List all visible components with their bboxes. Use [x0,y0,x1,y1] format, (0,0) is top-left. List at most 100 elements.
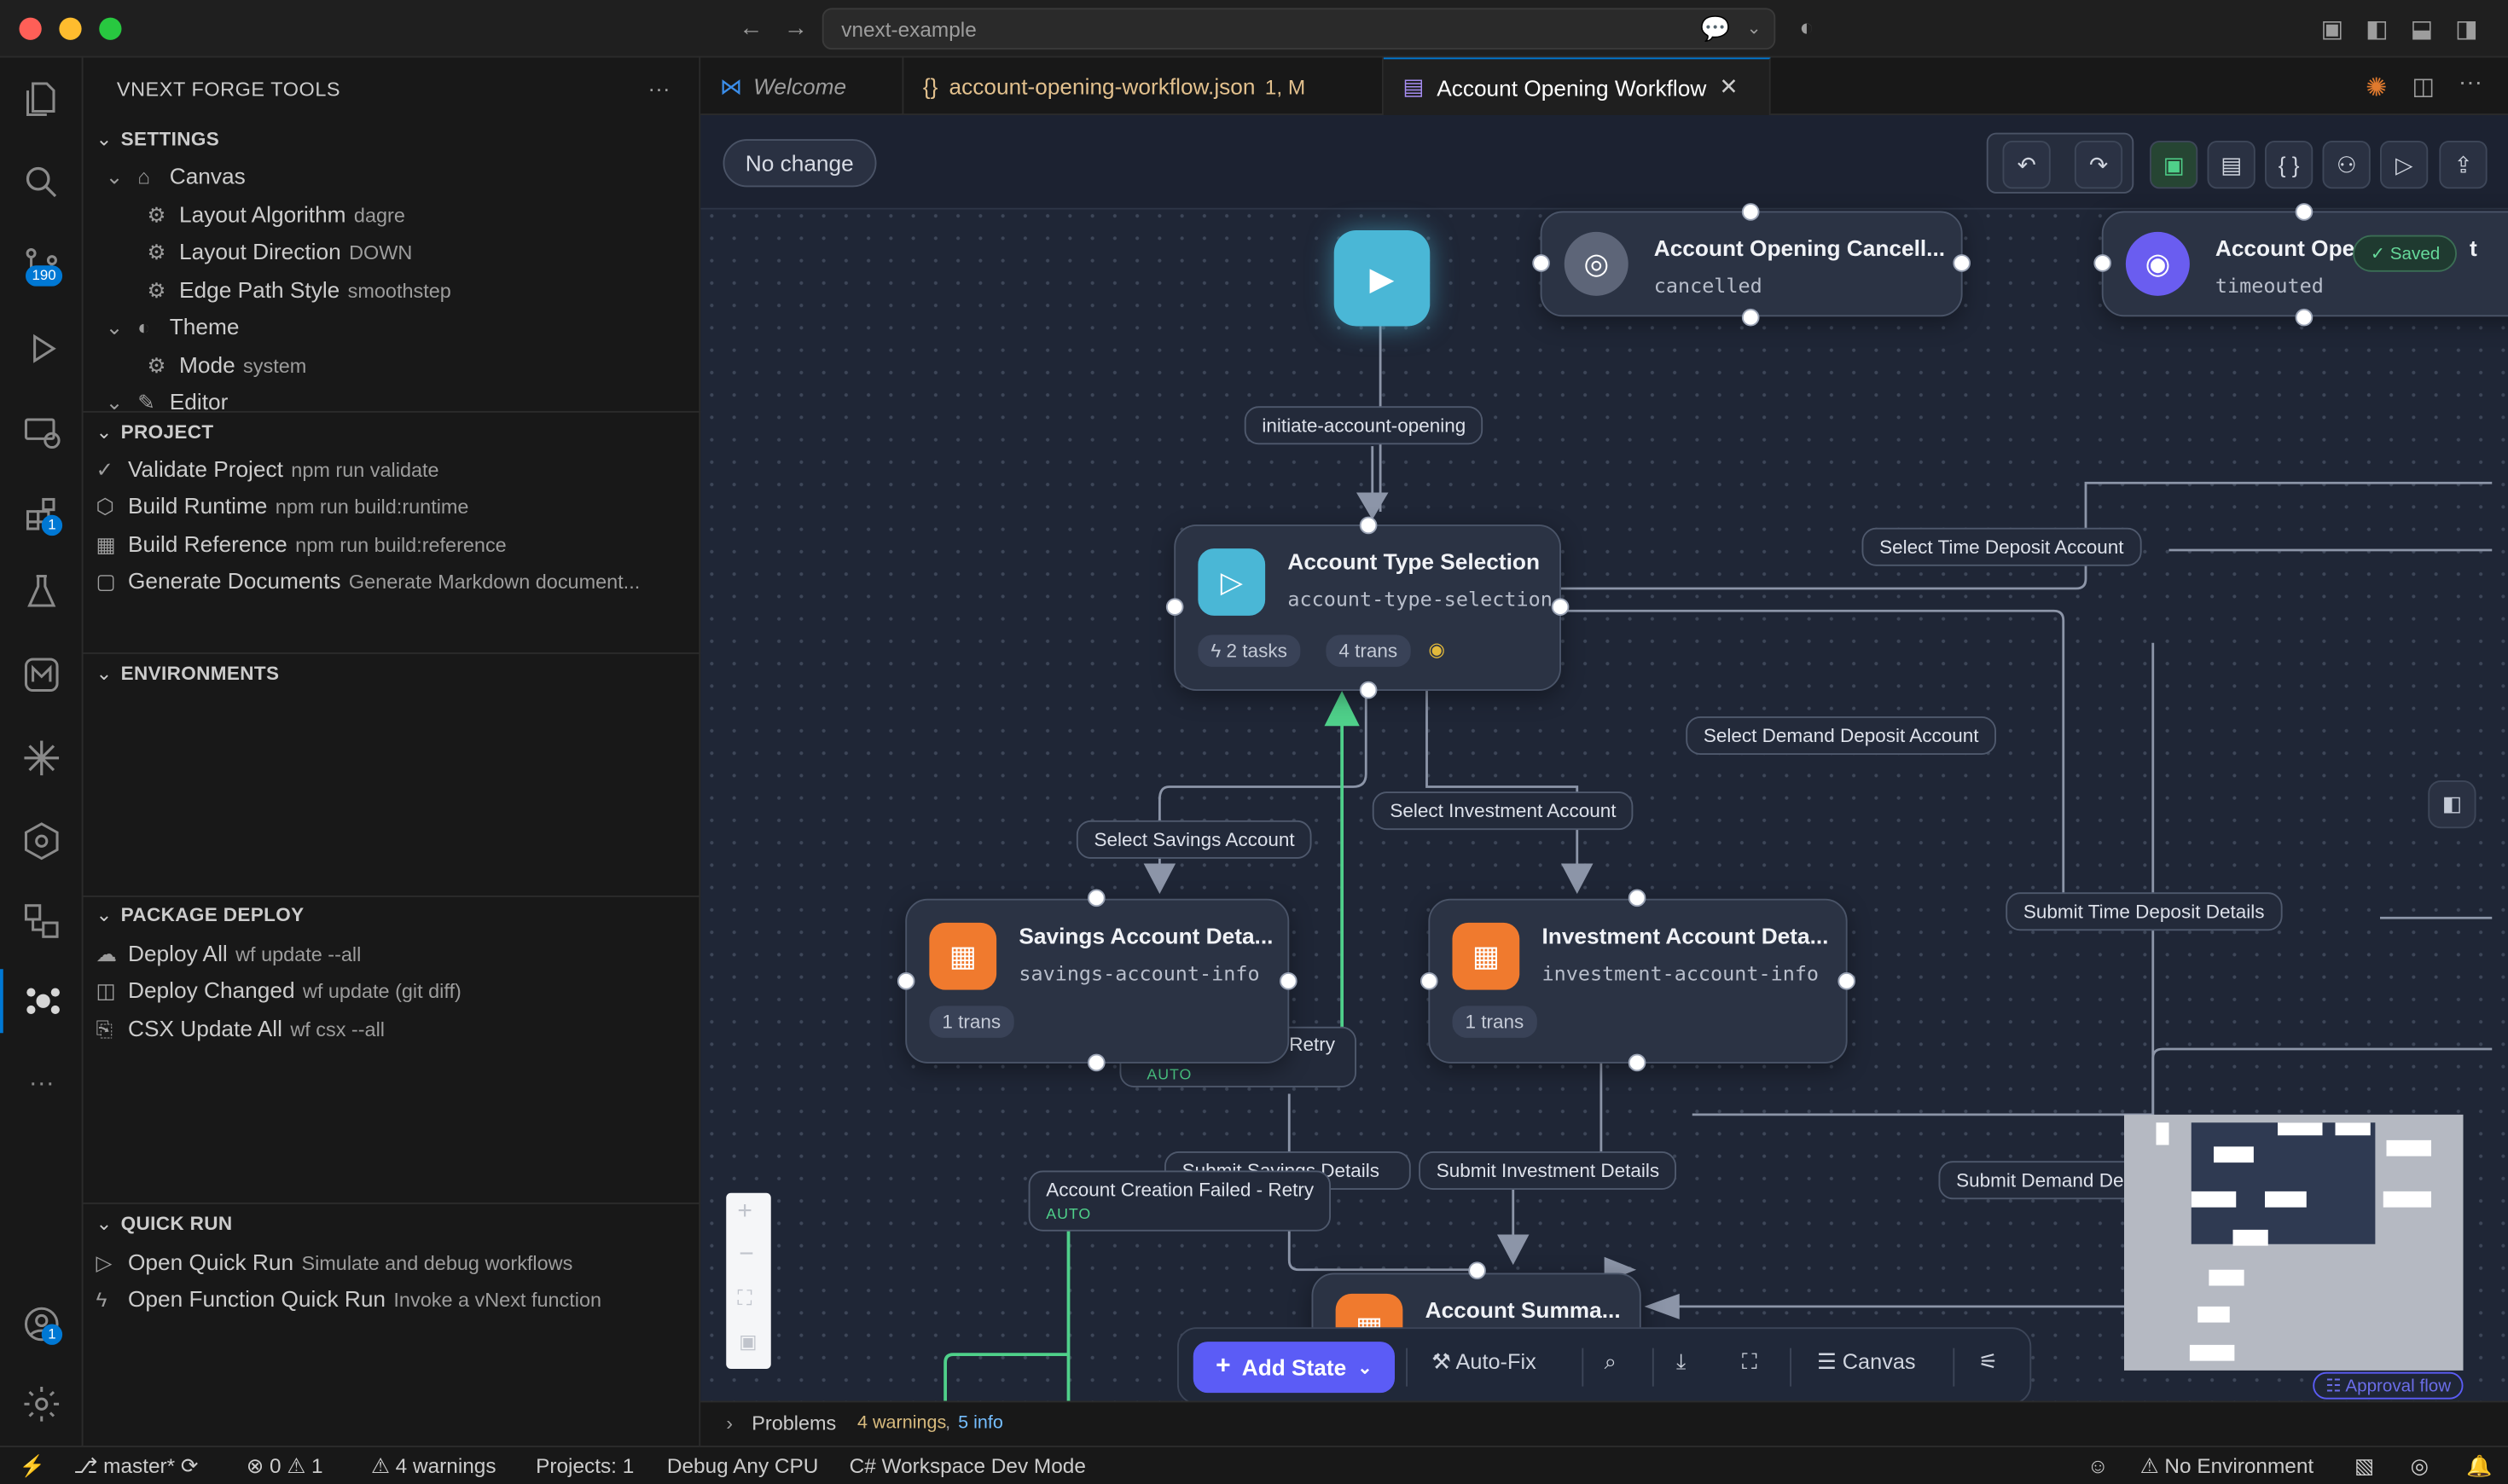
workflow-extension-icon[interactable] [0,643,84,707]
port[interactable] [1837,972,1855,990]
back-arrow-icon[interactable]: ← [739,14,763,42]
remote-explorer-icon[interactable] [0,400,84,464]
build-reference-item[interactable]: ▦ Build Reference npm run build:reference [96,531,507,559]
mode-item[interactable]: ⚙ Mode system [148,352,307,380]
spark-icon[interactable]: ✺ [2366,72,2387,104]
fullscreen-icon[interactable]: ⛶ [1742,1350,1757,1376]
testing-icon[interactable] [0,559,84,623]
remote-connections-icon[interactable] [0,890,84,954]
port[interactable] [1628,889,1646,907]
minimize-window-button[interactable] [59,17,82,40]
port[interactable] [1741,203,1760,221]
filter-icon[interactable]: ⚟ [1978,1350,1998,1376]
problems-panel-header[interactable]: › Problems 4 warnings , 5 info [700,1400,2508,1446]
tab-json-file[interactable]: {} account-opening-workflow.json 1, M [903,57,1384,115]
lock-icon[interactable]: ▣ [739,1330,757,1353]
extensions-icon[interactable] [0,483,84,547]
edge-label-creation-failed-retry[interactable]: Account Creation Failed - Retry AUTO [1028,1170,1332,1232]
forward-arrow-icon[interactable]: → [784,14,808,42]
braces-icon[interactable]: ◎ [2411,1453,2429,1479]
gear-icon[interactable] [0,1372,84,1436]
chevron-down-icon[interactable]: ⌄ [1747,18,1762,39]
state-node-account-type-selection[interactable]: ▷ Account Type Selection account-type-se… [1174,525,1561,691]
trans-chip[interactable]: 1 trans [1452,1006,1537,1038]
open-function-quick-run-item[interactable]: ϟ Open Function Quick Run Invoke a vNext f… [96,1286,602,1312]
trans-chip[interactable]: 1 trans [929,1006,1014,1038]
layout-direction-item[interactable]: ⚙ Layout Direction DOWN [148,238,413,265]
toggle-sidebar-icon[interactable]: ◧ [2366,14,2389,43]
port[interactable] [1953,254,1971,272]
settings-section-header[interactable]: ⌄ SETTINGS [96,128,220,150]
auto-fix-button[interactable]: ⚒ Auto-Fix [1431,1350,1536,1376]
account-icon[interactable] [0,1292,84,1356]
close-window-button[interactable] [19,17,42,40]
kubernetes-icon[interactable] [0,809,84,873]
port[interactable] [1359,516,1378,535]
port[interactable] [1088,889,1106,907]
deploy-all-item[interactable]: ☁ Deploy All wf update --all [96,941,362,968]
command-center-search[interactable]: vnext-example [821,8,1776,50]
edge-path-style-item[interactable]: ⚙ Edge Path Style smoothstep [148,276,451,304]
generate-documents-item[interactable]: ▢ Generate Documents Generate Markdown doc… [96,568,641,595]
search-icon[interactable] [0,150,84,214]
csx-update-all-item[interactable]: ⎘ CSX Update All wf csx --all [96,1016,385,1043]
open-quick-run-item[interactable]: ▷ Open Quick Run Simulate and debug workfl… [96,1249,573,1276]
edge-label-select-investment[interactable]: Select Investment Account [1372,791,1634,831]
branch-indicator[interactable]: ⎇ master* ⟳ [73,1453,198,1479]
edge-label-select-demand-deposit[interactable]: Select Demand Deposit Account [1686,716,1997,755]
eye-icon[interactable]: ◉ [1428,638,1445,660]
maximize-window-button[interactable] [99,17,122,40]
workflow-canvas[interactable]: No change ↶ ↷ ▣ ▤ { } ⚇ ▷ ⇪ ▶ ◎ Account … [700,115,2508,1401]
tasks-chip[interactable]: ϟ 2 tasks [1198,635,1300,667]
state-node-savings-account-info[interactable]: ▦ Savings Account Deta... savings-accoun… [905,898,1290,1064]
environment-indicator[interactable]: ⚠ No Environment [2140,1453,2314,1479]
port[interactable] [2295,203,2314,221]
port[interactable] [1359,681,1378,699]
copilot-status-icon[interactable]: ☺ [2087,1453,2109,1477]
workspace-mode[interactable]: C# Workspace Dev Mode [850,1453,1086,1477]
settings-canvas-item[interactable]: ⌄ ⌂ Canvas [106,163,246,190]
validate-project-item[interactable]: ✓ Validate Project npm run validate [96,455,439,483]
state-node-cancelled[interactable]: ◎ Account Opening Cancell... cancelled [1540,211,1963,317]
sidebar-more-button[interactable]: ··· [647,75,670,101]
deploy-changed-item[interactable]: ◫ Deploy Changed wf update (git diff) [96,977,462,1005]
add-state-button[interactable]: + Add State ⌄ [1193,1342,1395,1394]
more-icon[interactable]: ··· [0,1052,84,1116]
port[interactable] [1165,598,1184,616]
edge-label-submit-time-deposit[interactable]: Submit Time Deposit Details [2006,892,2283,931]
explorer-icon[interactable] [0,67,84,131]
edge-label-initiate[interactable]: initiate-account-opening [1244,406,1483,445]
edge-label-submit-investment[interactable]: Submit Investment Details [1419,1151,1677,1190]
copilot-icon[interactable]: ◐ [1799,14,1814,42]
project-section-header[interactable]: ⌄ PROJECT [96,420,214,443]
state-node-timeouted[interactable]: ◉ Account Oper timeouted ✓ Saved t [2101,211,2508,317]
toggle-properties-panel-button[interactable]: ◧ [2428,780,2476,829]
remote-icon[interactable]: ⚡ [20,1453,45,1479]
package-deploy-section-header[interactable]: ⌄ PACKAGE DEPLOY [96,903,305,925]
more-actions-icon[interactable]: ··· [2459,69,2482,96]
settings-theme-item[interactable]: ⌄ ◐ Theme [106,314,240,341]
edge-label-select-time-deposit[interactable]: Select Time Deposit Account [1861,527,2142,566]
search-icon[interactable]: ⌕ [1605,1350,1617,1376]
debug-config[interactable]: Debug Any CPU [667,1453,819,1477]
environments-section-header[interactable]: ⌄ ENVIRONMENTS [96,662,280,684]
minimap-viewport[interactable] [2191,1122,2376,1244]
trans-chip[interactable]: 4 trans [1326,635,1411,667]
layout-algorithm-item[interactable]: ⚙ Layout Algorithm dagre [148,201,405,229]
port[interactable] [1088,1053,1106,1072]
fit-view-button[interactable]: ⛶ [737,1286,752,1312]
toggle-panel-icon[interactable]: ⬓ [2411,14,2434,43]
edge-label-select-savings[interactable]: Select Savings Account [1076,820,1313,859]
projects-indicator[interactable]: Projects: 1 [536,1453,634,1477]
start-node[interactable]: ▶ [1333,230,1431,327]
canvas-settings-button[interactable]: ☰ Canvas [1817,1350,1916,1376]
port[interactable] [2093,254,2111,272]
quick-run-section-header[interactable]: ⌄ QUICK RUN [96,1212,233,1234]
problems-indicator[interactable]: ⊗ 0 ⚠ 1 [247,1453,323,1479]
port[interactable] [1468,1261,1486,1279]
split-editor-icon[interactable]: ◫ [2412,72,2435,101]
build-runtime-item[interactable]: ⬡ Build Runtime npm run build:runtime [96,493,469,520]
zoom-out-button[interactable]: − [739,1241,754,1270]
port[interactable] [1420,972,1438,990]
state-node-investment-account-info[interactable]: ▦ Investment Account Deta... investment-… [1428,898,1848,1064]
